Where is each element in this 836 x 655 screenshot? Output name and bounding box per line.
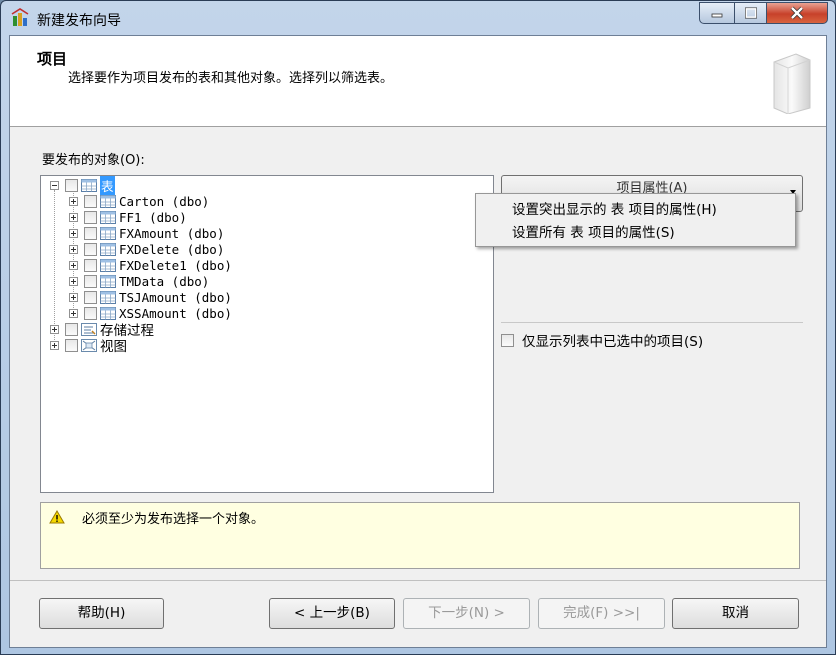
collapse-icon[interactable] [50, 180, 59, 190]
expand-icon[interactable] [69, 244, 78, 254]
header-graphic-icon [773, 53, 811, 114]
back-button[interactable]: < 上一步(B) [269, 598, 395, 629]
expand-icon[interactable] [50, 340, 59, 350]
expand-icon[interactable] [69, 196, 78, 206]
options-divider [501, 322, 803, 323]
tree-item[interactable]: FXDelete1 (dbo) [69, 257, 232, 273]
title-bar[interactable]: 新建发布向导 [1, 1, 835, 35]
maximize-button[interactable] [734, 2, 767, 24]
warning-icon [49, 510, 65, 524]
tree-checkbox[interactable] [84, 290, 97, 304]
close-button[interactable] [766, 2, 828, 24]
table-folder-icon [81, 178, 97, 192]
wizard-client-area: 项目 选择要作为项目发布的表和其他对象。选择列以筛选表。 要发布的对象(O): … [9, 35, 827, 648]
warning-message: 必须至少为发布选择一个对象。 [82, 512, 265, 527]
tree-item[interactable]: FF1 (dbo) [69, 209, 187, 225]
tree-item[interactable]: FXAmount (dbo) [69, 225, 224, 241]
close-icon [790, 6, 804, 20]
minimize-icon [711, 13, 723, 18]
table-icon [100, 290, 116, 304]
table-name: TMData (dbo) [119, 273, 210, 289]
tree-label-views: 视图 [100, 339, 127, 355]
table-icon [100, 194, 116, 208]
menu-item-all-properties[interactable]: 设置所有 表 项目的属性(S) [512, 223, 675, 243]
table-icon [100, 210, 116, 224]
expand-icon[interactable] [69, 292, 78, 302]
wizard-window: 新建发布向导 项目 选择要作为项目发布的表和其他对象。选择列以筛选表。 要发布的… [0, 0, 836, 655]
table-icon [100, 242, 116, 256]
table-name: FXAmount (dbo) [119, 225, 225, 241]
tree-checkbox[interactable] [84, 226, 97, 240]
table-name: FXDelete1 (dbo) [119, 257, 232, 273]
expand-icon[interactable] [69, 228, 78, 238]
next-button[interactable]: 下一步(N) > [403, 598, 530, 629]
finish-button[interactable]: 完成(F) >>| [538, 598, 665, 629]
expand-icon[interactable] [69, 308, 78, 318]
tree-checkbox[interactable] [84, 194, 97, 208]
tree-label-tables: 表 [100, 175, 115, 195]
tree-checkbox[interactable] [65, 178, 78, 192]
tree-item[interactable]: Carton (dbo) [69, 193, 209, 209]
cancel-button[interactable]: 取消 [672, 598, 799, 629]
tree-checkbox[interactable] [84, 242, 97, 256]
expand-icon[interactable] [69, 260, 78, 270]
stored-procedure-icon [81, 322, 97, 336]
help-button[interactable]: 帮助(H) [39, 598, 164, 629]
minimize-button[interactable] [699, 2, 735, 24]
objects-label: 要发布的对象(O): [42, 153, 145, 168]
tree-node-tables[interactable]: 表 [50, 175, 115, 195]
tree-item[interactable]: TMData (dbo) [69, 273, 209, 289]
show-selected-only-label: 仅显示列表中已选中的项目(S) [522, 334, 704, 350]
table-name: FXDelete (dbo) [119, 241, 225, 257]
tree-item[interactable]: TSJAmount (dbo) [69, 289, 232, 305]
expand-icon[interactable] [69, 212, 78, 222]
footer-separator [10, 580, 826, 581]
warning-panel: 必须至少为发布选择一个对象。 [40, 502, 800, 569]
wizard-header: 项目 选择要作为项目发布的表和其他对象。选择列以筛选表。 [10, 36, 826, 127]
table-icon [100, 306, 116, 320]
table-icon [100, 274, 116, 288]
tree-item[interactable]: FXDelete (dbo) [69, 241, 224, 257]
table-icon [100, 258, 116, 272]
show-selected-only-option[interactable]: 仅显示列表中已选中的项目(S) [501, 330, 703, 350]
table-name: TSJAmount (dbo) [119, 289, 232, 305]
tree-checkbox[interactable] [84, 258, 97, 272]
tree-checkbox[interactable] [65, 322, 78, 336]
tree-checkbox[interactable] [84, 210, 97, 224]
wizard-app-icon [11, 8, 29, 26]
maximize-icon [744, 7, 757, 19]
tree-checkbox[interactable] [84, 306, 97, 320]
expand-icon[interactable] [69, 276, 78, 286]
table-name: FF1 (dbo) [119, 209, 187, 225]
page-description: 选择要作为项目发布的表和其他对象。选择列以筛选表。 [68, 71, 394, 86]
menu-item-highlighted-properties[interactable]: 设置突出显示的 表 项目的属性(H) [512, 200, 717, 220]
expand-icon[interactable] [50, 324, 59, 334]
table-name: Carton (dbo) [119, 193, 210, 209]
table-icon [100, 226, 116, 240]
view-icon [81, 338, 97, 352]
tree-node-views[interactable]: 视图 [50, 337, 127, 355]
page-title: 项目 [37, 50, 68, 68]
show-selected-only-checkbox[interactable] [501, 333, 514, 347]
tree-checkbox[interactable] [84, 274, 97, 288]
objects-tree[interactable]: 表 Carton (dbo) FF1 (dbo) FXAmount (dbo) [40, 175, 494, 493]
window-title: 新建发布向导 [37, 13, 121, 29]
properties-context-menu: 设置突出显示的 表 项目的属性(H) 设置所有 表 项目的属性(S) [475, 193, 796, 247]
tree-checkbox[interactable] [65, 338, 78, 352]
